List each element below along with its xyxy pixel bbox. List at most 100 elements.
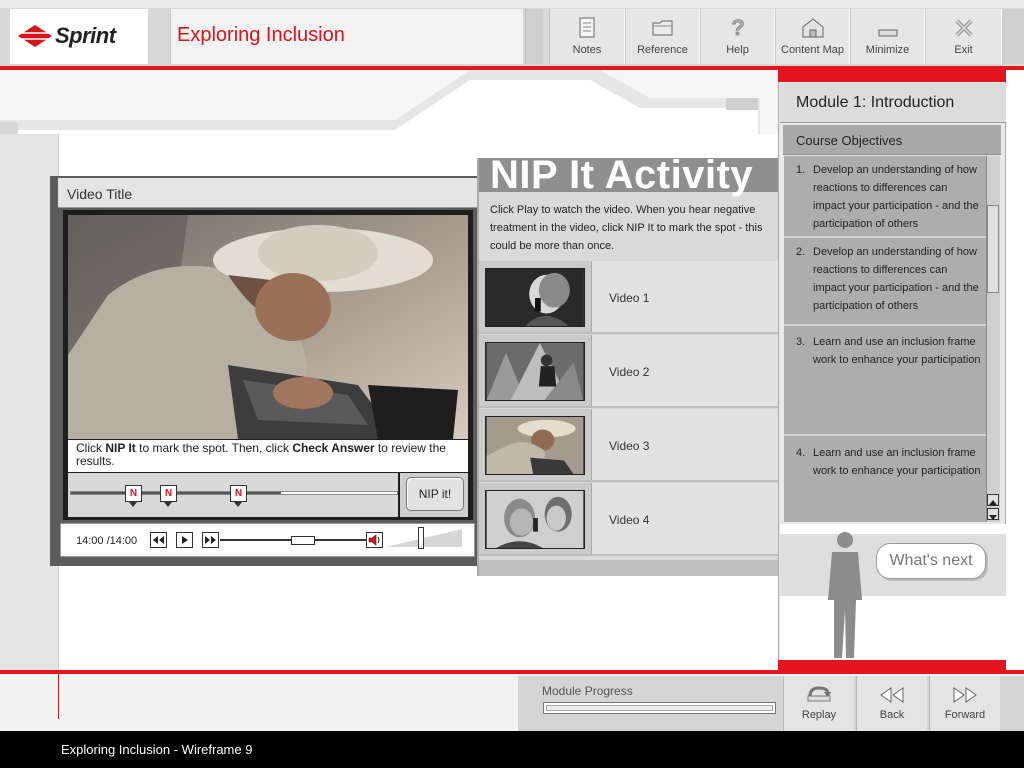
video-list-item-1[interactable]: Video 1	[479, 261, 778, 334]
play-icon	[182, 536, 188, 544]
objective-number: 2.	[796, 246, 806, 258]
forward-icon	[953, 687, 977, 703]
help-label: Help	[726, 44, 749, 56]
nip-marker[interactable]: N	[160, 485, 177, 507]
video-still-image	[68, 215, 468, 439]
sprint-logo-icon	[18, 25, 52, 47]
video-label: Video 3	[609, 439, 650, 453]
exit-button[interactable]: Exit	[925, 9, 1002, 64]
minimize-icon	[878, 29, 897, 37]
objective-item: 2. Develop an understanding of how react…	[784, 238, 986, 326]
close-icon	[955, 19, 972, 37]
seek-thumb[interactable]	[291, 536, 315, 545]
activity-panel-footer	[479, 560, 778, 576]
activity-instructions: Click Play to watch the video. When you …	[490, 204, 763, 252]
video-instruction-text: Click NIP It to mark the spot. Then, cli…	[76, 441, 446, 468]
thumbnail-cell	[479, 335, 592, 406]
video-list-item-4[interactable]: Video 4	[479, 483, 778, 556]
minimize-button[interactable]: Minimize	[850, 9, 925, 64]
objective-text: Learn and use an inclusion frame work to…	[813, 336, 981, 366]
speaker-icon	[368, 534, 380, 546]
objective-text: Develop an understanding of how reaction…	[813, 164, 979, 230]
objective-text: Develop an understanding of how reaction…	[813, 246, 979, 312]
minimize-label: Minimize	[865, 44, 910, 56]
rewind-button[interactable]	[150, 532, 167, 548]
thumbnail-cell	[479, 483, 592, 554]
replay-button[interactable]: Replay	[783, 676, 854, 731]
sidebar-red-rule-top	[778, 70, 1006, 82]
time-display: 14:00 /14:00	[76, 535, 138, 547]
replay-label: Replay	[801, 709, 837, 721]
back-label: Back	[879, 709, 905, 721]
forward-label: Forward	[944, 709, 986, 721]
svg-text:?: ?	[731, 15, 744, 40]
header-divider-right	[1002, 9, 1024, 64]
volume-thumb[interactable]	[418, 527, 424, 549]
objectives-title: Course Objectives	[796, 133, 903, 148]
video-thumbnail	[485, 490, 585, 549]
rewind-icon	[153, 536, 164, 544]
back-icon	[880, 687, 904, 703]
volume-ramp[interactable]	[386, 529, 462, 547]
arrow-up-icon	[989, 500, 997, 505]
footer-left-rule	[58, 674, 59, 719]
content-map-label: Content Map	[781, 44, 844, 56]
fast-forward-icon	[205, 536, 216, 544]
course-title: Exploring Inclusion	[177, 24, 345, 46]
help-button[interactable]: ? Help	[700, 9, 775, 64]
video-list-item-2[interactable]: Video 2	[479, 335, 778, 408]
objective-number: 1.	[796, 164, 806, 176]
objective-number: 4.	[796, 447, 806, 459]
sidebar-red-rule-bottom	[778, 660, 1006, 670]
module-title: Module 1: Introduction	[796, 94, 955, 111]
video-list-item-3[interactable]: Video 3	[479, 409, 778, 482]
question-icon: ?	[730, 15, 744, 40]
arrow-down-icon	[989, 515, 997, 520]
video-thumbnail	[485, 342, 585, 401]
background-rooftop-graphic	[0, 70, 760, 134]
nip-marker[interactable]: N	[230, 485, 247, 507]
header-divider	[525, 9, 543, 64]
video-player-screen[interactable]	[68, 215, 468, 439]
objective-item: 1. Develop an understanding of how react…	[784, 156, 986, 238]
fast-forward-button[interactable]	[202, 532, 219, 548]
folder-icon	[652, 20, 672, 36]
objectives-list[interactable]: 1. Develop an understanding of how react…	[784, 156, 986, 522]
module-progress-fill	[546, 705, 773, 711]
whats-next-button[interactable]: What's next	[876, 543, 986, 579]
header-top-strip	[0, 0, 1024, 8]
content-map-button[interactable]: Content Map	[775, 9, 850, 64]
notes-label: Notes	[572, 44, 602, 56]
objective-text: Learn and use an inclusion frame work to…	[813, 447, 981, 477]
video-label: Video 1	[609, 291, 650, 305]
person-silhouette-icon	[828, 532, 862, 658]
nip-it-button[interactable]: NIP it!	[406, 477, 464, 511]
exit-label: Exit	[954, 44, 973, 56]
video-thumbnail	[485, 416, 585, 475]
activity-title: NIP It Activity	[490, 153, 754, 197]
video-label: Video 2	[609, 365, 650, 379]
scrollbar-thumb[interactable]	[987, 205, 999, 293]
module-progress-label: Module Progress	[542, 684, 633, 698]
reference-button[interactable]: Reference	[625, 9, 700, 64]
notes-icon	[579, 17, 595, 38]
logo-text: Sprint	[55, 23, 116, 48]
back-button[interactable]: Back	[856, 676, 927, 731]
play-button[interactable]	[176, 532, 193, 548]
status-text: Exploring Inclusion - Wireframe 9	[61, 742, 253, 757]
scroll-up-button[interactable]	[987, 494, 999, 506]
thumbnail-cell	[479, 409, 592, 480]
objective-item: 3. Learn and use an inclusion frame work…	[784, 328, 986, 436]
forward-button[interactable]: Forward	[929, 676, 1000, 731]
video-thumbnail	[485, 268, 585, 327]
map-icon	[802, 18, 823, 38]
objective-number: 3.	[796, 336, 806, 348]
volume-button[interactable]	[366, 532, 383, 548]
scroll-down-button[interactable]	[987, 508, 999, 520]
replay-icon	[807, 686, 831, 702]
objective-item: 4. Learn and use an inclusion frame work…	[784, 439, 986, 522]
notes-button[interactable]: Notes	[549, 9, 625, 64]
reference-label: Reference	[637, 44, 688, 56]
video-label: Video 4	[609, 513, 650, 527]
nip-marker[interactable]: N	[125, 485, 142, 507]
